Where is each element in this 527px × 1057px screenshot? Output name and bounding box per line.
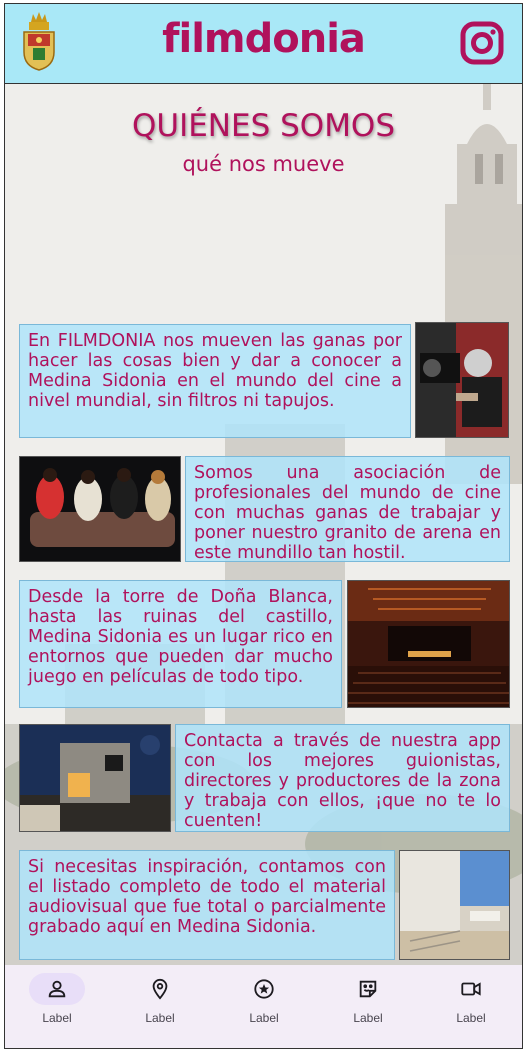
instagram-icon[interactable] [460,21,504,65]
about-card-4: Contacta a través de nuestra app con los… [175,724,510,832]
nav-item-1[interactable]: Label [17,973,97,1025]
sticker-icon [359,980,377,998]
nav-item-3[interactable]: Label [224,973,304,1025]
about-card-5: Si necesitas inspiración, contamos con e… [19,850,395,960]
brand-title: filmdonia [162,16,366,62]
page-subtitle: qué nos mueve [182,152,345,176]
nav-label-5: Label [456,1011,486,1025]
location-pin-icon [152,978,168,1000]
nav-label-3: Label [249,1011,279,1025]
nav-label-4: Label [353,1011,383,1025]
app-frame: filmdonia QUIÉNES SOMOS qué nos mueve En… [4,3,523,1049]
director-camera-photo[interactable] [415,322,509,438]
bottom-navigation: Label Label Label Label Label [5,965,522,1048]
nav-label-1: Label [42,1011,72,1025]
nav-icon-wrap-4 [340,973,396,1005]
nav-label-2: Label [145,1011,175,1025]
page-title: QUIÉNES SOMOS [131,108,396,144]
theater-auditorium-photo[interactable] [347,580,510,708]
nav-item-4[interactable]: Label [328,973,408,1025]
nav-icon-wrap-3 [236,973,292,1005]
star-circle-icon [254,979,274,999]
about-card-1: En FILMDONIA nos mueven las ganas por ha… [19,324,411,438]
nav-icon-wrap-5 [443,973,499,1005]
person-icon [48,980,66,998]
nav-item-5[interactable]: Label [431,973,511,1025]
white-courtyard-photo[interactable] [399,850,510,960]
nav-item-2[interactable]: Label [120,973,200,1025]
video-camera-icon [461,982,481,996]
app-header: filmdonia [5,4,522,84]
nav-icon-wrap-2 [132,973,188,1005]
about-card-2: Somos una asociación de profesionales de… [185,456,510,563]
nav-active-indicator [29,973,85,1005]
modern-building-night-photo[interactable] [19,724,171,832]
about-card-3: Desde la torre de Doña Blanca, hasta las… [19,580,342,708]
actresses-sofa-photo[interactable] [19,456,181,562]
